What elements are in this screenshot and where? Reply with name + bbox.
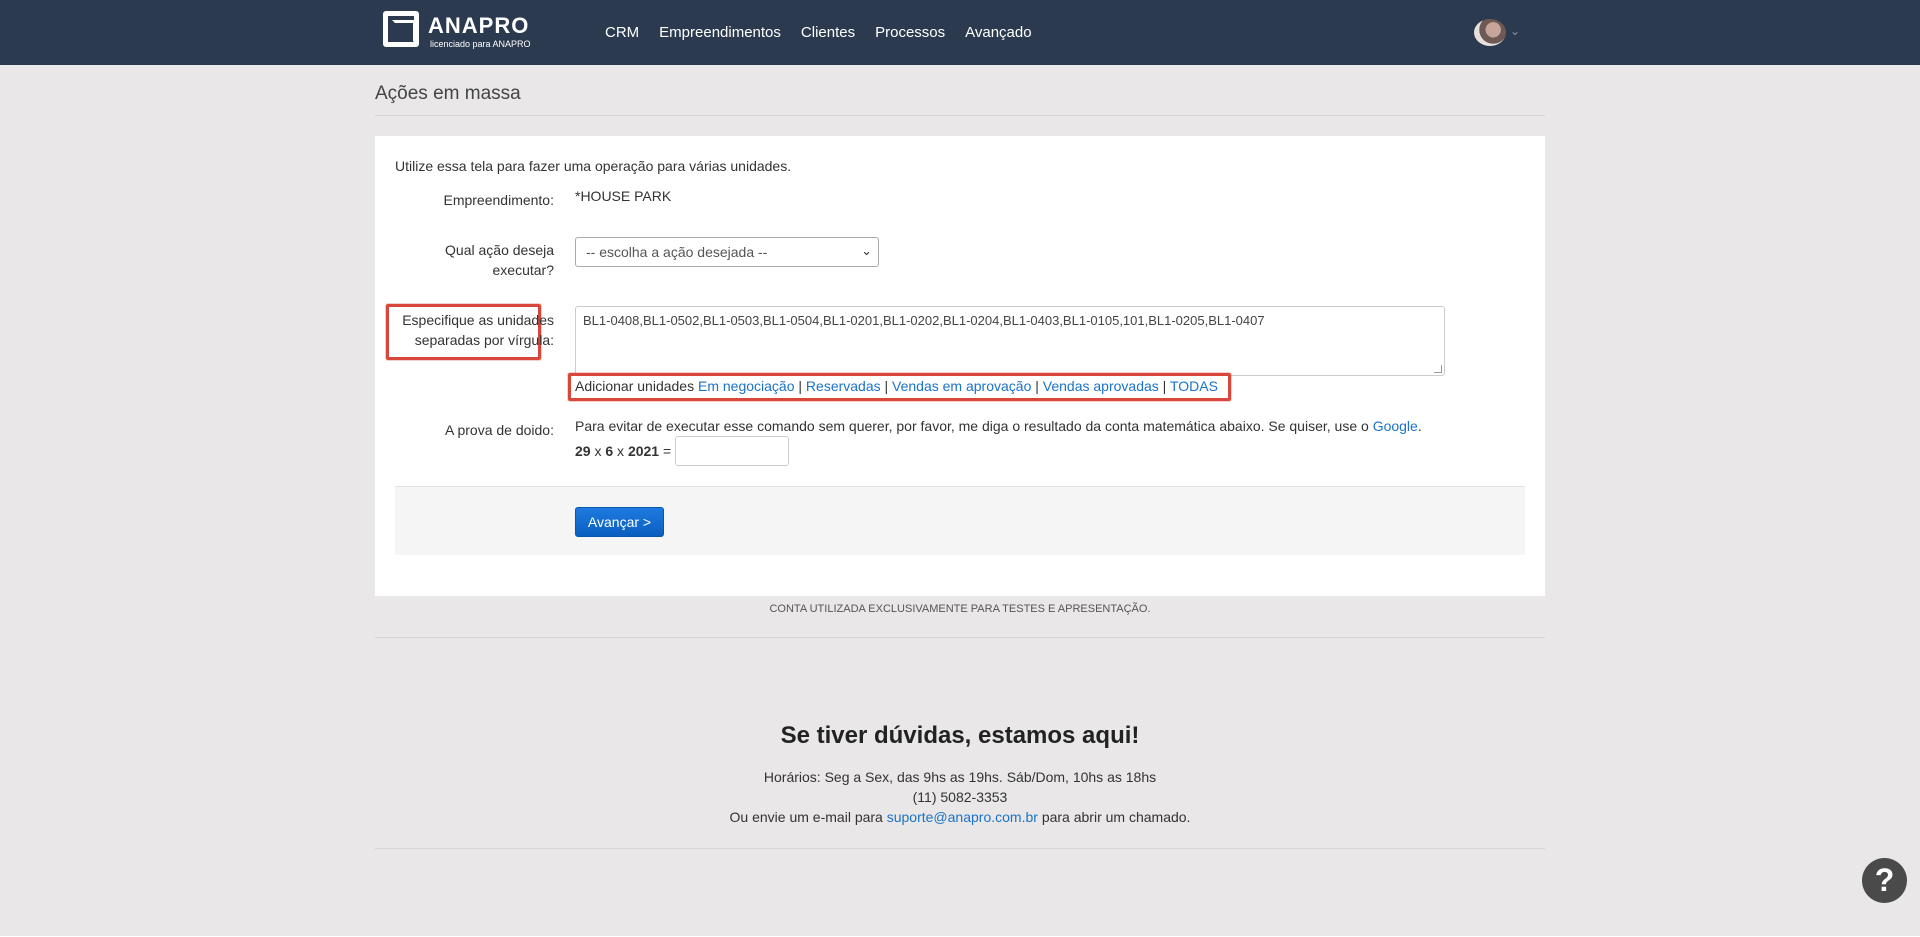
link-vendas-aprovadas[interactable]: Vendas aprovadas [1043,378,1159,394]
nav-item-crm[interactable]: CRM [605,24,639,41]
acao-selected-value: -- escolha a ação desejada -- [586,244,768,260]
top-navbar: ANAPRO licenciado para ANAPRO CRM Empree… [0,0,1920,65]
support-email-link[interactable]: suporte@anapro.com.br [887,809,1038,825]
avancar-button[interactable]: Avançar > [575,507,664,537]
add-units-links: Adicionar unidades Em negociação | Reser… [575,378,1218,394]
nav-item-clientes[interactable]: Clientes [801,24,855,41]
empreendimento-label: Empreendimento: [443,192,554,208]
equation-op2: x [617,443,625,459]
link-separator: | [798,378,803,394]
acao-label: Qual ação deseja executar? [445,240,554,280]
link-vendas-em-aprovacao[interactable]: Vendas em aprovação [892,378,1031,394]
support-phone: (11) 5082-3353 [912,789,1008,805]
equation-op1: x [594,443,602,459]
main-nav: CRM Empreendimentos Clientes Processos A… [605,24,1052,41]
link-reservadas[interactable]: Reservadas [806,378,881,394]
prova-dot: . [1417,418,1422,434]
unidades-label: Especifique as unidades separadas por ví… [402,310,554,350]
empreendimento-value: *HOUSE PARK [575,188,672,204]
equation-b: 6 [605,443,614,459]
chevron-down-icon[interactable]: ⌄ [1510,24,1520,38]
form-intro: Utilize essa tela para fazer uma operaçã… [395,158,792,174]
google-link[interactable]: Google [1373,418,1418,434]
email-prefix: Ou envie um e-mail para [729,809,883,825]
acao-label-line2: executar? [492,262,554,278]
link-todas[interactable]: TODAS [1170,378,1218,394]
anapro-logo-icon [383,11,419,47]
acao-select[interactable]: -- escolha a ação desejada -- ⌄ [575,237,879,267]
link-separator: | [1162,378,1167,394]
link-separator: | [884,378,889,394]
add-units-label: Adicionar unidades [575,378,695,394]
link-em-negociacao[interactable]: Em negociação [698,378,795,394]
brand-name: ANAPRO [428,13,530,38]
form-actions: Avançar > [395,486,1525,555]
resize-handle-icon[interactable] [1434,365,1442,373]
prova-label: A prova de doido: [445,422,554,438]
page-title: Ações em massa [375,83,521,104]
nav-item-avancado[interactable]: Avançado [965,24,1031,41]
brand-logo[interactable]: ANAPRO licenciado para ANAPRO [383,11,543,51]
prova-instructions: Para evitar de executar esse comando sem… [575,418,1422,434]
equation-c: 2021 [627,443,660,459]
test-account-disclaimer: CONTA UTILIZADA EXCLUSIVAMENTE PARA TEST… [769,603,1151,615]
captcha-answer-input[interactable] [675,436,789,466]
footer-bottom-divider [375,848,1545,849]
unidades-textarea[interactable]: BL1-0408,BL1-0502,BL1-0503,BL1-0504,BL1-… [575,306,1445,376]
support-email-line: Ou envie um e-mail para suporte@anapro.c… [375,809,1545,825]
nav-item-empreendimentos[interactable]: Empreendimentos [659,24,781,41]
title-divider [375,115,1545,116]
math-equation: 29 x 6 x 2021 = [575,443,671,459]
equation-a: 29 [575,443,591,459]
nav-item-processos[interactable]: Processos [875,24,945,41]
link-separator: | [1035,378,1039,394]
prova-text: Para evitar de executar esse comando sem… [575,418,1369,434]
email-suffix: para abrir um chamado. [1041,809,1191,825]
equation-eq: = [662,443,672,459]
help-question-icon[interactable]: ? [1862,858,1907,903]
footer-divider [375,637,1545,638]
chevron-down-icon: ⌄ [861,243,872,258]
acao-label-line1: Qual ação deseja [445,242,554,258]
unidades-label-line1: Especifique as unidades [402,312,554,328]
mass-actions-form: Utilize essa tela para fazer uma operaçã… [375,136,1545,596]
user-avatar[interactable] [1474,19,1506,46]
support-hours: Horários: Seg a Sex, das 9hs as 19hs. Sá… [763,769,1157,785]
help-title: Se tiver dúvidas, estamos aqui! [780,722,1140,749]
unidades-textarea-value: BL1-0408,BL1-0502,BL1-0503,BL1-0504,BL1-… [583,313,1265,328]
brand-subtitle: licenciado para ANAPRO [430,39,531,49]
unidades-label-line2: separadas por vírgula: [414,332,554,348]
